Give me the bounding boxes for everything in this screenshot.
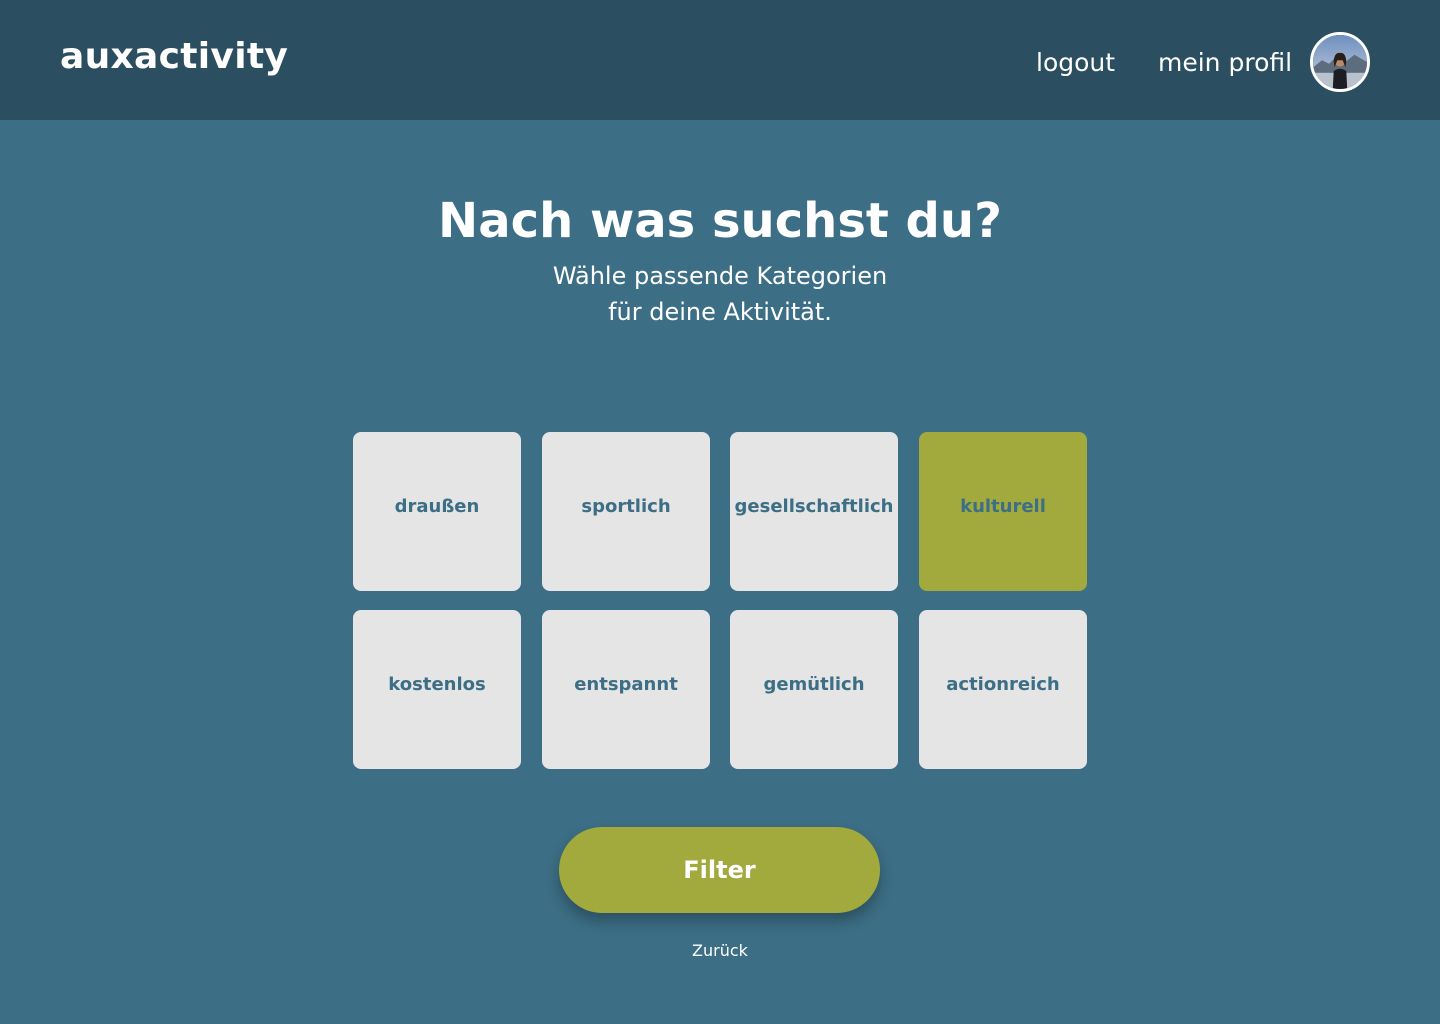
filter-button[interactable]: Filter	[559, 827, 880, 913]
back-link[interactable]: Zurück	[692, 941, 748, 960]
back-link-row: Zurück	[0, 940, 1440, 962]
category-label: draußen	[394, 496, 480, 517]
category-tile-entspannt[interactable]: entspannt	[542, 610, 710, 769]
user-avatar[interactable]	[1310, 32, 1370, 92]
category-tile-sportlich[interactable]: sportlich	[542, 432, 710, 591]
logout-link[interactable]: logout	[1036, 46, 1115, 80]
category-tile-gemuetlich[interactable]: gemütlich	[730, 610, 898, 769]
page-subtitle-line-2: für deine Aktivität.	[608, 298, 832, 326]
category-label: gemütlich	[763, 674, 865, 695]
category-label: entspannt	[574, 674, 678, 695]
category-tile-kostenlos[interactable]: kostenlos	[353, 610, 521, 769]
page-subtitle-line-1: Wähle passende Kategorien	[552, 262, 888, 290]
category-label: sportlich	[581, 496, 671, 517]
app-logo[interactable]: auxactivity	[60, 34, 288, 80]
category-label: kostenlos	[388, 674, 486, 695]
category-label: kulturell	[960, 496, 1046, 517]
page-title: Nach was suchst du?	[438, 193, 1002, 249]
category-label: gesellschaftlich	[734, 496, 894, 517]
top-bar: auxactivity logout mein profil	[0, 0, 1440, 120]
category-tile-actionreich[interactable]: actionreich	[919, 610, 1087, 769]
avatar-photo-icon	[1313, 35, 1367, 89]
category-tile-gesellschaftlich[interactable]: gesellschaftlich	[730, 432, 898, 591]
profile-link[interactable]: mein profil	[1158, 46, 1292, 80]
category-tile-draussen[interactable]: draußen	[353, 432, 521, 591]
category-label: actionreich	[946, 674, 1060, 695]
category-tile-kulturell[interactable]: kulturell	[919, 432, 1087, 591]
